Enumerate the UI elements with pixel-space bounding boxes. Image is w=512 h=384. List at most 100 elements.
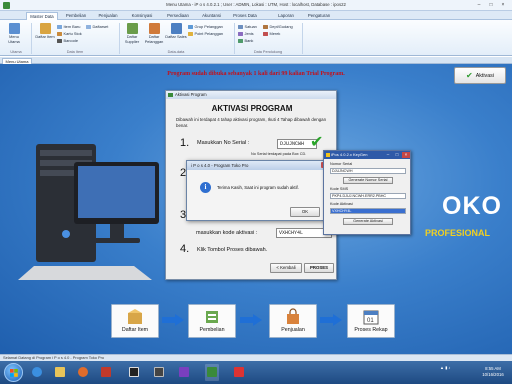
- taskbar-app-3[interactable]: [152, 364, 166, 381]
- group-separator: [234, 23, 235, 54]
- supplier-icon: [126, 23, 138, 34]
- barcode-icon: [57, 38, 62, 43]
- minimize-icon[interactable]: –: [384, 152, 392, 158]
- close-icon[interactable]: ×: [402, 152, 410, 158]
- media-player-icon: [78, 367, 88, 377]
- start-button[interactable]: [4, 363, 23, 382]
- grup-pelanggan-label: Grup Pelanggan: [194, 24, 223, 29]
- flow-daftar-item[interactable]: Daftar Item: [111, 304, 159, 338]
- tab-pembelian[interactable]: Pembelian: [62, 12, 90, 20]
- satuan-button[interactable]: Satuan: [238, 24, 257, 30]
- message-box: i P o s 4.0 - Program Toko Pro × i Terim…: [186, 160, 336, 221]
- keygen-titlebar: iPos 4.0.2.x KeyGen – □ ×: [324, 151, 410, 159]
- activation-description: Dibawah ini terdapat 4 tahap aktivasi pr…: [176, 117, 327, 128]
- system-tray[interactable]: ▲ ▮ ♪: [440, 365, 450, 370]
- daftar-supplier-button[interactable]: Daftar Supplier: [121, 23, 143, 49]
- daftar-sales-button[interactable]: Daftar Sales: [165, 23, 187, 49]
- brand-subtitle: PROFESIONAL: [425, 228, 491, 238]
- taskbar-media[interactable]: [76, 364, 90, 381]
- tab-konsinyasi[interactable]: Konsinyasi: [127, 12, 157, 20]
- arrow-right-icon: [320, 314, 342, 326]
- satuan-label: Satuan: [244, 24, 257, 29]
- taskbar-keygen[interactable]: [232, 364, 246, 381]
- tab-master-data[interactable]: Master Data: [26, 12, 58, 20]
- group-separator: [119, 23, 120, 54]
- taskbar-app-1[interactable]: [99, 364, 113, 381]
- activation-dialog-titlebar: Aktivasi Program: [166, 91, 336, 99]
- generate-aktivasi-button[interactable]: Generate Aktivasi: [343, 218, 393, 225]
- item-baru-label: Item Baru: [63, 24, 81, 29]
- bank-button[interactable]: Bank: [238, 38, 253, 44]
- barcode-button[interactable]: Barcode: [57, 38, 78, 44]
- flow-pembelian[interactable]: Pembelian: [188, 304, 236, 338]
- jenis-label: Jenis: [244, 31, 254, 36]
- app-icon: [154, 367, 164, 377]
- ok-button[interactable]: OK: [290, 207, 320, 217]
- grup-pelanggan-button[interactable]: Grup Pelanggan: [188, 24, 223, 30]
- taskbar-ipos[interactable]: [205, 364, 219, 381]
- daftar-pelanggan-label: Daftar Pelanggan: [144, 34, 164, 44]
- message-box-title: i P o s 4.0 - Program Toko Pro: [191, 163, 249, 168]
- document-tab-strip: Menu Utama: [0, 57, 512, 64]
- taskbar-ie[interactable]: [30, 364, 44, 381]
- ribbon: Menu Utama Utama Daftar Item Item Baru K…: [0, 20, 512, 56]
- sales-icon: [170, 23, 182, 34]
- tab-penjualan[interactable]: Penjualan: [94, 12, 122, 20]
- daftarset-button[interactable]: Daftarset: [86, 24, 108, 30]
- generate-serial-button[interactable]: Generate Nomor Serial: [343, 177, 393, 184]
- key-icon: [234, 367, 244, 377]
- daftar-pelanggan-button[interactable]: Daftar Pelanggan: [143, 23, 165, 49]
- keygen-sms-field[interactable]: PKP4.DJUJ.NCWH.ERR2.PBHC: [330, 193, 406, 199]
- group-label-data-item: Data Item: [66, 50, 84, 54]
- aktivasi-button[interactable]: ✔ Aktivasi: [454, 67, 506, 84]
- message-box-titlebar: i P o s 4.0 - Program Toko Pro ×: [187, 161, 335, 170]
- menu-utama-button[interactable]: Menu Utama: [3, 23, 25, 49]
- card-icon: [57, 31, 62, 36]
- tab-proses-data[interactable]: Proses Data: [230, 12, 260, 20]
- maximize-icon[interactable]: □: [486, 2, 496, 9]
- taskbar-app-2[interactable]: [127, 364, 141, 381]
- minimize-icon[interactable]: –: [474, 2, 484, 9]
- trial-banner: Program sudah dibuka sebanyak 1 kali dar…: [167, 71, 345, 77]
- flow-daftar-item-label: Daftar Item: [121, 327, 149, 333]
- step-4-number: 4.: [180, 243, 190, 255]
- group-separator: [302, 23, 303, 54]
- jenis-button[interactable]: Jenis: [238, 31, 254, 37]
- close-icon[interactable]: ×: [498, 2, 508, 9]
- windows-logo-icon: [10, 369, 18, 377]
- computer-illustration: [18, 144, 159, 280]
- message-text: Terima Kasih, Saat ini program sudah akt…: [217, 185, 299, 190]
- tab-laporan[interactable]: Laporan: [273, 12, 299, 20]
- daftar-item-button[interactable]: Daftar Item: [34, 23, 56, 49]
- point-pelanggan-label: Point Pelanggan: [194, 31, 224, 36]
- item-baru-button[interactable]: Item Baru: [57, 24, 80, 30]
- kartu-stok-button[interactable]: Kartu Stok: [57, 31, 82, 37]
- flow-proses-rekap[interactable]: 01 Proses Rekap: [347, 304, 395, 338]
- flow-penjualan[interactable]: Penjualan: [269, 304, 317, 338]
- warehouse-icon: [263, 24, 268, 29]
- serial-valid-check-icon: ✔: [310, 134, 324, 151]
- taskbar-app-4[interactable]: [177, 364, 191, 381]
- keygen-aktivasi-field[interactable]: VXHCHY4L: [330, 208, 406, 214]
- dept-gudang-button[interactable]: Dept/Gudang: [263, 24, 293, 30]
- kembali-button[interactable]: < Kembali: [270, 263, 302, 273]
- maximize-icon[interactable]: □: [393, 152, 401, 158]
- new-item-icon: [57, 24, 62, 29]
- daftar-item-label: Daftar Item: [35, 34, 55, 39]
- shopping-bag-icon: [287, 308, 299, 324]
- brand-logo-text: OKO: [442, 192, 502, 220]
- flow-proses-rekap-label: Proses Rekap: [354, 327, 388, 333]
- group-label-data-data: Data-data: [167, 50, 185, 54]
- step-4-label: Klik Tombol Proses dibawah.: [197, 247, 268, 253]
- proses-button[interactable]: PROSES: [304, 263, 334, 273]
- point-pelanggan-button[interactable]: Point Pelanggan: [188, 31, 223, 37]
- keygen-serial-field[interactable]: DJUJNCWH: [330, 168, 406, 174]
- tab-pengaturan[interactable]: Pengaturan: [303, 12, 335, 20]
- tab-akuntansi[interactable]: Akuntansi: [197, 12, 226, 20]
- keygen-sms-label: Kode SMS: [330, 187, 349, 191]
- taskbar-explorer[interactable]: [53, 364, 67, 381]
- tab-persediaan[interactable]: Persediaan: [163, 12, 193, 20]
- merek-button[interactable]: Merek: [263, 31, 280, 37]
- clock[interactable]: 8:55 AM 10/16/2016: [478, 366, 508, 378]
- step-1-label: Masukkan No Serial :: [197, 140, 250, 146]
